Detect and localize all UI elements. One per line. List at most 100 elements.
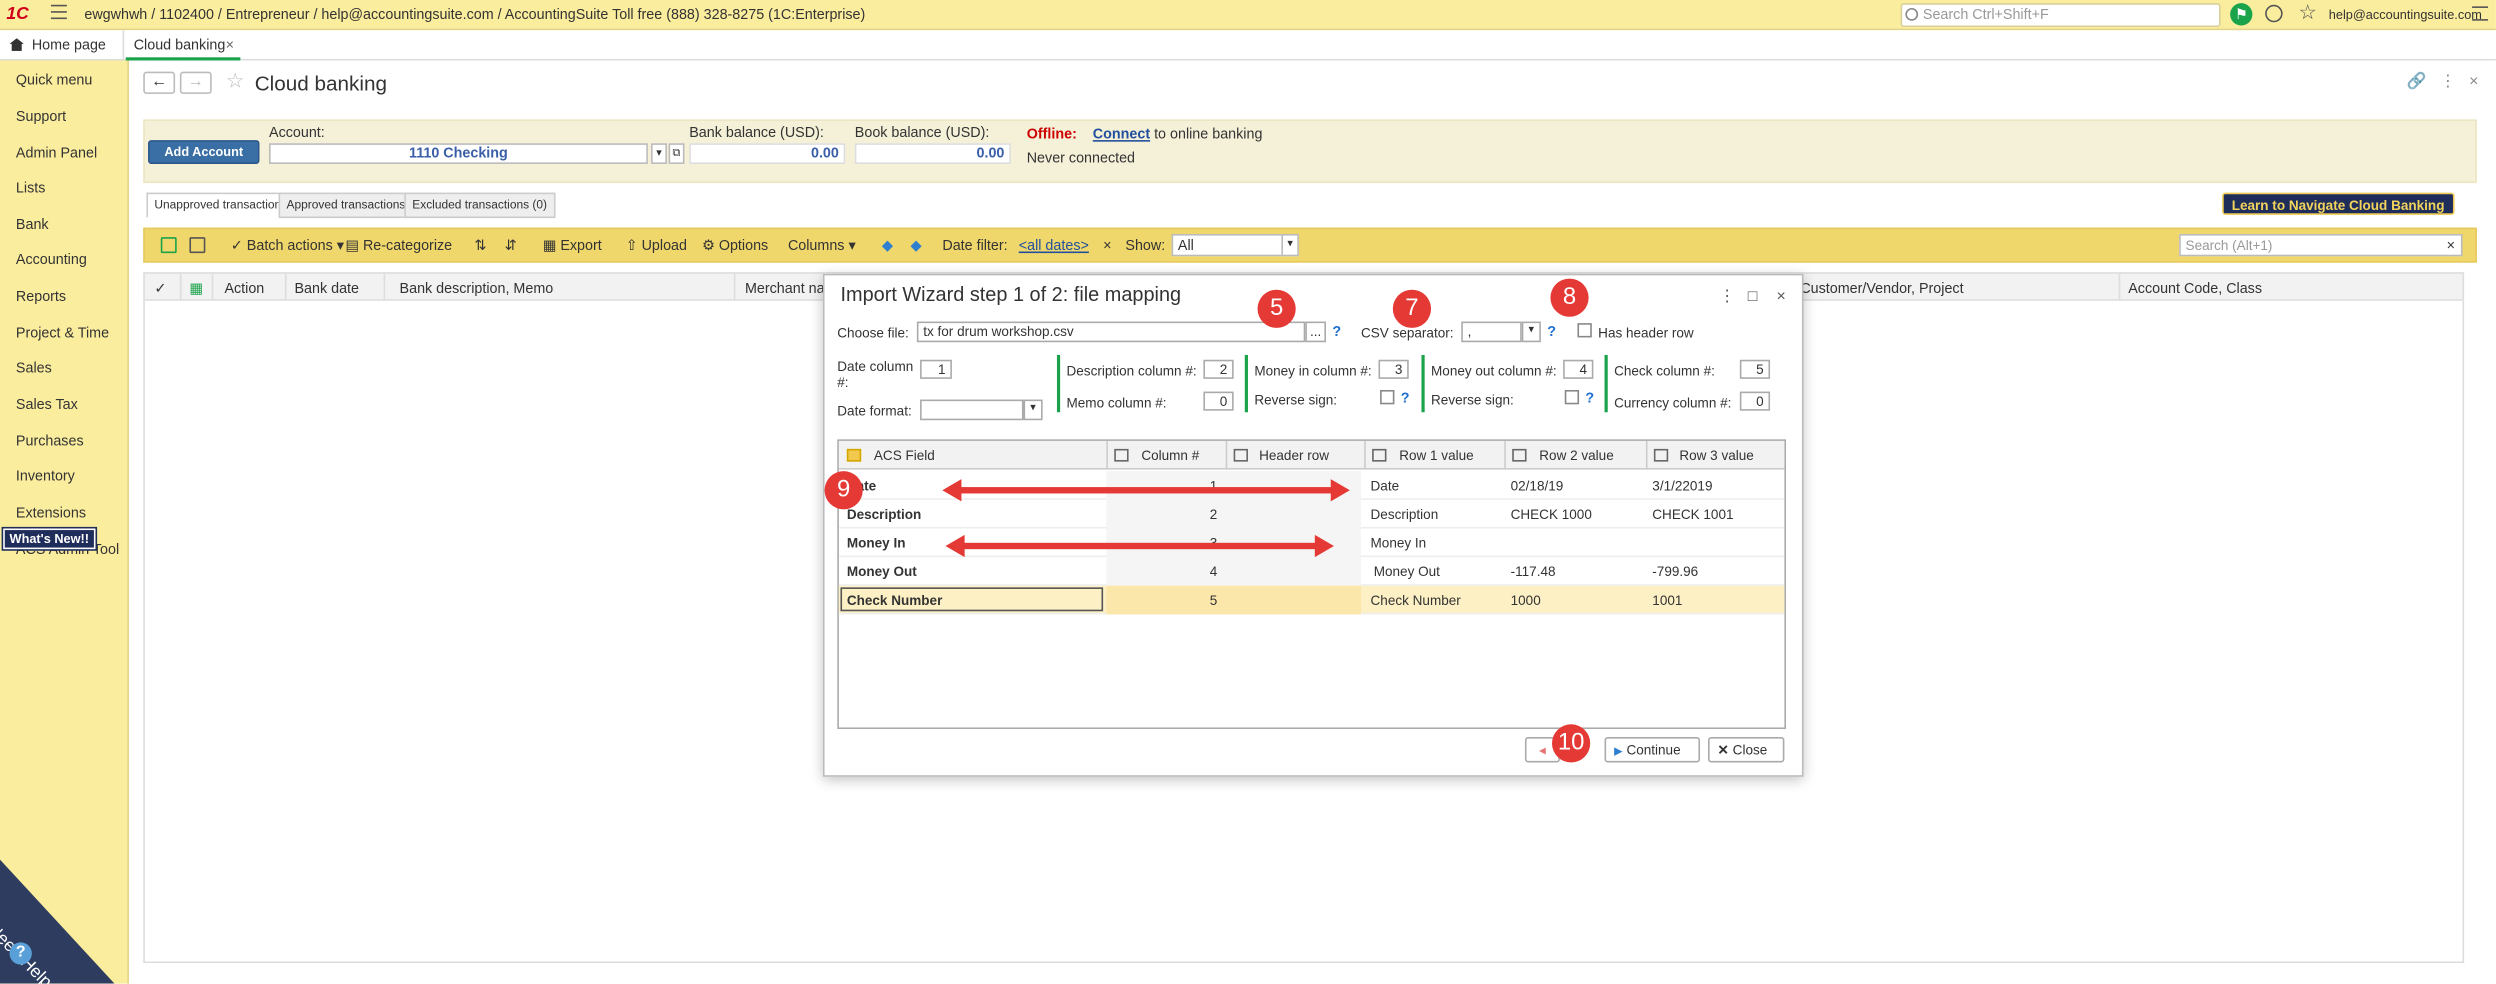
batch-actions-button[interactable]: ✓ Batch actions ▾ [231,237,344,255]
columns-button[interactable]: Columns ▾ [788,237,856,255]
tab-excluded-transactions[interactable]: Excluded transactions (0) [404,192,555,219]
col-account-code[interactable]: Account Code, Class [2128,280,2262,296]
tab-cloud-banking[interactable]: Cloud banking × [125,30,241,61]
select-all-icon[interactable] [160,237,177,254]
csv-separator-input[interactable]: , [1461,321,1522,343]
sidebar-item-admin-panel[interactable]: Admin Panel [16,145,97,161]
sidebar-item-accounting[interactable]: Accounting [16,252,87,268]
back-button[interactable]: ← [143,71,176,94]
date-filter-link[interactable]: <all dates> [1019,237,1089,253]
currency-column-input[interactable]: 0 [1739,391,1771,411]
sidebar-item-reports[interactable]: Reports [16,288,66,304]
book-balance-value: 0.00 [854,143,1011,164]
date-format-dropdown-icon[interactable]: ▾ [1023,399,1043,421]
col-action[interactable]: Action [224,280,264,296]
sort-asc-icon[interactable]: ⇅ [474,237,486,255]
user-email[interactable]: help@accountingsuite.com [2329,8,2482,22]
money-out-column-input[interactable]: 4 [1563,359,1594,379]
show-select[interactable]: All [1171,233,1299,257]
currency-column-label: Currency column #: [1614,394,1732,411]
close-button[interactable]: ✕ Close [1708,737,1785,763]
sidebar-item-lists[interactable]: Lists [16,180,45,196]
memo-column-input[interactable]: 0 [1203,391,1234,411]
account-dropdown-icon[interactable]: ▾ [651,143,667,164]
options-button[interactable]: ⚙ Options [702,237,768,255]
help-question-icon[interactable]: ? [9,942,32,965]
csv-separator-dropdown-icon[interactable]: ▾ [1521,321,1541,343]
recategorize-button[interactable]: ▤ Re-categorize [345,237,452,255]
close-tab-icon[interactable]: × [226,30,234,60]
upload-button[interactable]: ⇧ Upload [626,237,687,255]
money-out-reverse-sign-checkbox[interactable] [1564,389,1580,405]
col-header-row[interactable]: Header row [1259,447,1329,463]
tab-approved-transactions[interactable]: Approved transactions [278,192,414,219]
transaction-search-input[interactable]: Search (Alt+1) [2179,233,2463,257]
tab-unapproved-transactions[interactable]: Unapproved transactions [146,192,296,219]
export-button[interactable]: ▦ Export [543,237,602,255]
col-acs-field[interactable]: ACS Field [874,447,935,463]
browse-file-button[interactable]: ... [1305,321,1326,343]
money-out-reverse-help-icon[interactable]: ? [1585,390,1594,406]
col-bank-description[interactable]: Bank description, Memo [400,280,554,296]
clear-date-filter-icon[interactable]: × [1103,237,1111,253]
table-row[interactable]: Description 2 Description CHECK 1000 CHE… [838,499,1785,529]
table-row[interactable]: Date 1 Date 02/18/19 3/1/22019 [838,471,1785,500]
table-row-selected[interactable]: Check Number 5 Check Number 1000 1001 [838,585,1785,615]
prev-arrow-icon[interactable]: ◆ [882,237,893,255]
check-col-icon[interactable]: ✓ [154,280,166,298]
settings-menu-icon[interactable] [2472,6,2488,21]
money-in-column-input[interactable]: 3 [1378,359,1409,379]
dialog-more-icon[interactable]: ⋮ [1719,288,1735,306]
account-select[interactable]: 1110 Checking [269,143,648,164]
sidebar-item-extensions[interactable]: Extensions [16,505,86,521]
next-arrow-icon[interactable]: ◆ [911,237,922,255]
col-column-num[interactable]: Column # [1141,447,1199,463]
clear-search-icon[interactable]: × [2447,237,2455,253]
description-column-input[interactable]: 2 [1203,359,1234,379]
choose-file-input[interactable]: tx for drum workshop.csv [916,321,1306,343]
favorites-star-icon[interactable]: ☆ [2299,0,2318,25]
window-controls-icon[interactable]: 🔗 ⋮ × [2407,73,2479,91]
col-row1-value[interactable]: Row 1 value [1399,447,1473,463]
dialog-close-icon[interactable]: × [1776,288,1785,306]
check-column-input[interactable]: 5 [1739,359,1771,379]
date-column-input[interactable]: 1 [920,359,952,379]
whats-new-badge[interactable]: What's New!! [3,528,96,550]
sidebar-item-project-time[interactable]: Project & Time [16,325,109,341]
sidebar-item-purchases[interactable]: Purchases [16,433,84,449]
add-account-button[interactable]: Add Account [148,140,260,164]
learn-cloud-banking-button[interactable]: Learn to Navigate Cloud Banking [2222,192,2455,215]
col-row3-value[interactable]: Row 3 value [1679,447,1753,463]
sidebar-item-support[interactable]: Support [16,108,66,124]
sidebar-item-quick-menu[interactable]: Quick menu [16,72,92,88]
money-in-reverse-help-icon[interactable]: ? [1401,390,1410,406]
sidebar-item-bank[interactable]: Bank [16,216,49,232]
main-menu-icon[interactable] [50,4,67,20]
connect-link[interactable]: Connect [1093,126,1150,142]
choose-file-help-icon[interactable]: ? [1332,323,1341,339]
history-icon[interactable] [2265,4,2283,23]
col-customer-vendor[interactable]: Customer/Vendor, Project [1800,280,1963,296]
sidebar-item-sales[interactable]: Sales [16,360,52,376]
continue-button[interactable]: ▶ Continue [1604,737,1701,763]
sort-desc-icon[interactable]: ⇵ [505,237,517,255]
copy-icon[interactable] [189,237,206,254]
tab-home-page[interactable]: Home page [0,30,125,61]
sidebar-item-inventory[interactable]: Inventory [16,468,75,484]
csv-separator-help-icon[interactable]: ? [1547,323,1556,339]
col-row2-value[interactable]: Row 2 value [1539,447,1613,463]
favorite-star-icon[interactable]: ☆ [226,68,245,93]
money-in-reverse-sign-checkbox[interactable] [1380,389,1395,405]
has-header-checkbox[interactable] [1577,323,1592,338]
table-row[interactable]: Money Out 4 Money Out -117.48 -799.96 [838,557,1785,586]
date-format-input[interactable] [920,399,1024,421]
global-search-input[interactable]: Search Ctrl+Shift+F [1900,3,2221,28]
col-bank-date[interactable]: Bank date [294,280,359,296]
notification-bell-icon[interactable]: ⚑ [2230,3,2253,26]
open-account-icon[interactable]: ⧉ [668,143,685,164]
show-dropdown-icon[interactable]: ▾ [1281,233,1299,257]
sidebar-item-sales-tax[interactable]: Sales Tax [16,396,78,412]
dialog-maximize-icon[interactable]: □ [1748,288,1758,306]
forward-button[interactable]: → [179,71,212,94]
row1-icon [1372,448,1387,462]
